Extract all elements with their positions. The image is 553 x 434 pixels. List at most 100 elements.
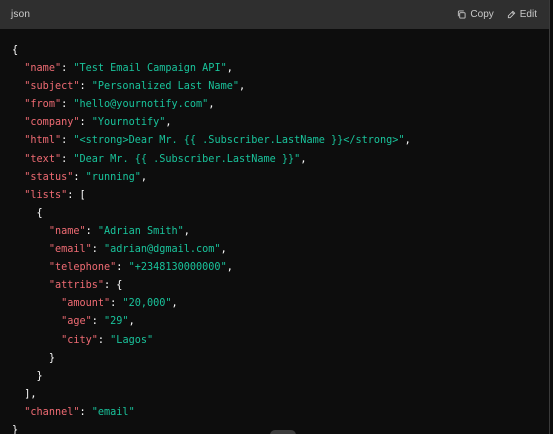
code-line: "lists": [: [12, 187, 549, 205]
code-punctuation: ,: [171, 298, 178, 310]
code-string-value: "adrian@dgmail.com": [104, 244, 221, 256]
code-string-value: "+2348130000000": [128, 262, 227, 274]
code-block: json Copy Edit {"name": "Test Email Cam…: [0, 0, 550, 434]
code-punctuation: {: [36, 207, 43, 219]
code-separator: :: [91, 316, 105, 328]
copy-label: Copy: [470, 9, 494, 20]
code-string-value: "email": [91, 406, 135, 418]
code-string-value: "20,000": [122, 298, 172, 310]
code-punctuation: ,: [226, 63, 233, 75]
code-line: "age": "29",: [12, 313, 549, 331]
code-line: }: [12, 350, 549, 368]
code-punctuation: ,: [404, 135, 411, 147]
code-key: "from": [24, 99, 62, 111]
code-separator: :: [91, 244, 105, 256]
code-punctuation: ,: [208, 99, 215, 111]
code-punctuation: {: [12, 45, 19, 56]
code-separator: :: [97, 334, 111, 346]
code-line: "subject": "Personalized Last Name",: [12, 78, 549, 96]
code-punctuation: ,: [183, 225, 190, 237]
code-string-value: "29": [104, 316, 129, 328]
code-string-value: "Lagos": [110, 334, 154, 346]
code-line: "html": "<strong>Dear Mr. {{ .Subscriber…: [12, 132, 549, 150]
code-string-value: "Personalized Last Name": [91, 81, 239, 93]
code-string-value: "running": [85, 171, 141, 183]
code-line: "channel": "email": [12, 404, 549, 422]
code-line: "text": "Dear Mr. {{ .Subscriber.LastNam…: [12, 151, 549, 169]
code-punctuation: ,: [165, 117, 172, 129]
code-string-value: "Dear Mr. {{ .Subscriber.LastName }}": [73, 153, 301, 165]
edit-button[interactable]: Edit: [507, 9, 537, 20]
code-line: "from": "hello@yournotify.com",: [12, 96, 549, 114]
code-line: "status": "running",: [12, 169, 549, 187]
copy-button[interactable]: Copy: [457, 9, 494, 20]
code-separator: :: [110, 298, 123, 310]
code-punctuation: }: [36, 370, 43, 382]
code-key: "text": [24, 153, 62, 165]
code-key: "amount": [61, 298, 111, 310]
code-separator: :: [85, 225, 98, 237]
code-string-value: "Yournotify": [91, 117, 166, 129]
code-string-value: "hello@yournotify.com": [73, 99, 209, 111]
code-line: "amount": "20,000",: [12, 295, 549, 313]
language-label: json: [11, 9, 31, 20]
code-punctuation: }: [12, 424, 19, 434]
code-punctuation: ,: [30, 388, 37, 400]
code-punctuation: [: [79, 189, 86, 201]
code-separator: :: [61, 63, 74, 75]
code-line: "telephone": "+2348130000000",: [12, 259, 549, 277]
code-line: }: [12, 368, 549, 386]
code-key: "email": [48, 244, 92, 256]
code-separator: :: [67, 189, 80, 201]
code-block-header: json Copy Edit: [0, 0, 549, 29]
code-line: "attribs": {: [12, 277, 549, 295]
code-string-value: "Adrian Smith": [97, 225, 184, 237]
code-string-value: "<strong>Dear Mr. {{ .Subscriber.LastNam…: [73, 135, 405, 147]
horizontal-scrollbar-thumb[interactable]: [270, 430, 296, 434]
code-key: "status": [24, 171, 74, 183]
code-punctuation: ,: [238, 81, 246, 93]
code-punctuation: ,: [128, 316, 135, 328]
code-separator: :: [79, 406, 92, 418]
code-punctuation: ,: [226, 262, 233, 274]
code-punctuation: }: [48, 352, 55, 364]
code-key: "channel": [24, 406, 80, 418]
code-key: "company": [24, 117, 80, 129]
code-line: "name": "Test Email Campaign API",: [12, 60, 549, 78]
code-key: "name": [48, 225, 86, 237]
copy-icon: [457, 10, 466, 19]
code-line: {: [12, 42, 549, 60]
code-key: "attribs": [48, 280, 105, 292]
code-separator: :: [116, 262, 129, 274]
code-key: "city": [61, 334, 98, 346]
code-key: "html": [24, 135, 62, 147]
code-separator: :: [104, 280, 117, 292]
code-content[interactable]: { "name": "Test Email Campaign API", "su…: [0, 29, 549, 434]
code-string-value: "Test Email Campaign API": [73, 63, 227, 75]
code-key: "subject": [24, 81, 80, 93]
code-separator: :: [73, 171, 86, 183]
code-punctuation: {: [116, 280, 123, 292]
code-separator: :: [61, 153, 74, 165]
code-line: "name": "Adrian Smith",: [12, 223, 549, 241]
code-punctuation: ,: [300, 153, 307, 165]
code-key: "name": [24, 63, 62, 75]
